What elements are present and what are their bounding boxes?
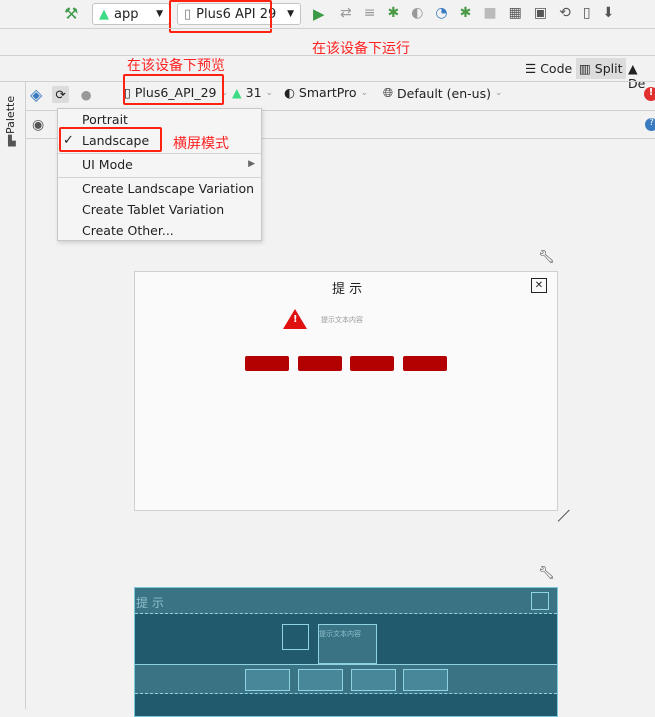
blueprint-button-3 bbox=[351, 669, 396, 691]
warning-exclaim: ! bbox=[293, 314, 298, 325]
blueprint-button-1 bbox=[245, 669, 290, 691]
project-structure-icon[interactable]: ▦ bbox=[509, 5, 522, 21]
blueprint-button-4 bbox=[403, 669, 448, 691]
locale-selector[interactable]: 🌐︎ Default (en-us) ⌄ bbox=[383, 85, 503, 101]
menu-item-create-tablet[interactable]: Create Tablet Variation bbox=[82, 202, 224, 217]
wrench-icon[interactable]: 🔧︎ bbox=[538, 566, 555, 581]
chevron-down-icon: ▼ bbox=[156, 9, 163, 19]
design-device-highlight bbox=[123, 74, 224, 105]
submenu-arrow-icon: ▶ bbox=[248, 159, 255, 169]
dialog-button-2[interactable] bbox=[298, 356, 342, 371]
sync-icon[interactable]: ⟲ bbox=[559, 5, 571, 21]
dialog-button-4[interactable] bbox=[403, 356, 447, 371]
apply-changes-icon[interactable]: ⇄ bbox=[340, 5, 352, 21]
blueprint-title: 提 示 bbox=[136, 596, 164, 610]
menu-item-create-landscape[interactable]: Create Landscape Variation bbox=[82, 181, 254, 196]
close-icon[interactable]: ✕ bbox=[531, 278, 547, 293]
palette-icon: ▙ bbox=[8, 136, 16, 147]
menu-item-create-other[interactable]: Create Other... bbox=[82, 223, 174, 238]
run-button[interactable]: ▶ bbox=[313, 5, 325, 23]
device-manager-icon[interactable]: ▯ bbox=[583, 5, 591, 21]
blueprint-close bbox=[531, 592, 549, 610]
eye-icon[interactable]: ◉ bbox=[32, 117, 44, 133]
help-icon[interactable]: ? bbox=[645, 118, 655, 131]
attach-debugger-icon[interactable]: ✱ bbox=[460, 5, 472, 21]
avd-manager-icon[interactable]: ▣ bbox=[534, 5, 547, 21]
palette-label: Palette bbox=[4, 95, 17, 134]
wrench-icon[interactable]: 🔧︎ bbox=[538, 250, 555, 265]
module-selector[interactable]: ▲ app ▼ bbox=[92, 3, 170, 25]
blueprint-image bbox=[282, 624, 309, 650]
landscape-highlight bbox=[59, 127, 162, 152]
menu-item-portrait[interactable]: Portrait bbox=[82, 112, 128, 127]
view-mode-split[interactable]: ▥ Split bbox=[576, 58, 626, 79]
globe-icon: 🌐︎ bbox=[383, 85, 394, 100]
module-label: app bbox=[114, 6, 139, 22]
blueprint-preview[interactable]: 提 示 提示文本内容 bbox=[134, 587, 558, 717]
landscape-annotation: 横屏模式 bbox=[173, 136, 229, 152]
blueprint-message: 提示文本内容 bbox=[319, 630, 361, 638]
dialog-button-1[interactable] bbox=[245, 356, 289, 371]
stop-icon[interactable]: ■ bbox=[483, 5, 496, 21]
dialog-button-3[interactable] bbox=[350, 356, 394, 371]
apply-code-changes-icon[interactable]: ≡ bbox=[364, 5, 376, 21]
profiler-icon[interactable]: ◔ bbox=[435, 5, 447, 21]
orientation-button[interactable]: ⟳ bbox=[52, 86, 69, 103]
chevron-down-icon: ▼ bbox=[287, 9, 294, 19]
build-hammer-icon[interactable]: ⚒ bbox=[64, 4, 78, 23]
night-mode-icon[interactable]: ● bbox=[81, 87, 92, 102]
theme-selector[interactable]: ◐ SmartPro ⌄ bbox=[284, 85, 368, 100]
preview-annotation: 在该设备下预览 bbox=[127, 58, 225, 74]
palette-strip[interactable]: Palette ▙ bbox=[0, 82, 26, 709]
resize-handle[interactable] bbox=[557, 509, 581, 533]
error-icon[interactable]: ! bbox=[644, 87, 655, 101]
api-selector[interactable]: ▲ 31 ⌄ bbox=[232, 85, 273, 100]
toolbar-actions: ⇄ ≡ ✱ ◐ ◔ ✱ ■ ▦ ▣ ⟲ ▯ ⬇ bbox=[340, 5, 614, 21]
android-icon: ▲ bbox=[99, 6, 109, 22]
profile-icon[interactable]: ◐ bbox=[411, 5, 423, 21]
dialog-message: 提示文本内容 bbox=[321, 316, 363, 324]
blueprint-button-2 bbox=[298, 669, 343, 691]
layers-icon[interactable]: ◈ bbox=[30, 85, 42, 104]
view-mode-code[interactable]: ☰ Code bbox=[525, 61, 572, 76]
debug-icon[interactable]: ✱ bbox=[387, 5, 399, 21]
menu-item-ui-mode[interactable]: UI Mode bbox=[82, 157, 133, 172]
sdk-manager-icon[interactable]: ⬇ bbox=[603, 5, 615, 21]
dialog-title: 提 示 bbox=[332, 282, 363, 297]
theme-icon: ◐ bbox=[284, 85, 295, 100]
android-icon: ▲ bbox=[232, 85, 242, 100]
dialog-preview[interactable]: 提 示 ✕ ! 提示文本内容 bbox=[134, 271, 558, 511]
